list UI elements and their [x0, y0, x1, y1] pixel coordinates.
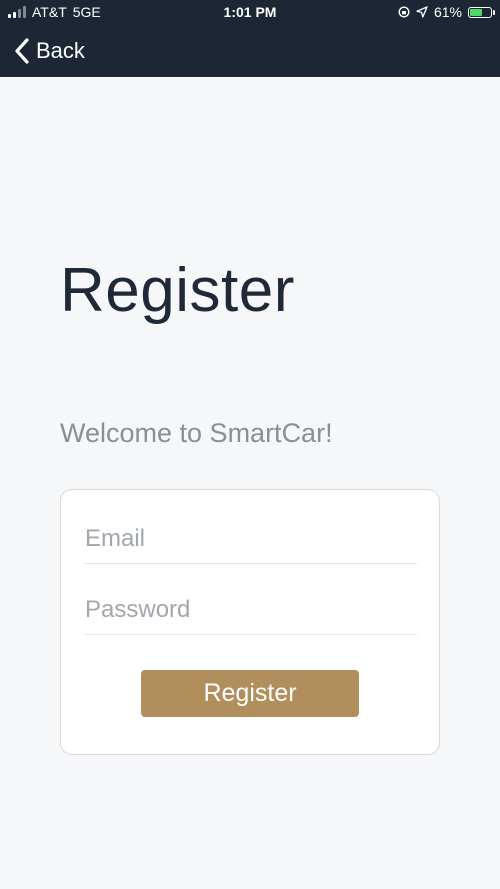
- page-title: Register: [60, 256, 295, 325]
- register-form-card: Register: [60, 489, 440, 755]
- status-bar: AT&T 5GE 1:01 PM 61%: [0, 0, 500, 26]
- location-arrow-icon: [416, 6, 428, 18]
- battery-percent: 61%: [433, 4, 462, 20]
- battery-icon: [468, 6, 495, 18]
- welcome-text: Welcome to SmartCar!: [60, 418, 333, 448]
- register-button[interactable]: Register: [141, 670, 359, 717]
- back-button[interactable]: Back: [14, 34, 85, 68]
- back-label: Back: [36, 38, 85, 63]
- lock-rotation-icon: [398, 6, 410, 18]
- email-field[interactable]: [85, 514, 417, 564]
- password-field[interactable]: [85, 585, 417, 635]
- header-bar: AT&T 5GE 1:01 PM 61% Back: [0, 0, 500, 77]
- chevron-left-icon: [15, 38, 29, 64]
- status-right: 61%: [398, 4, 495, 20]
- battery-level: [470, 8, 482, 16]
